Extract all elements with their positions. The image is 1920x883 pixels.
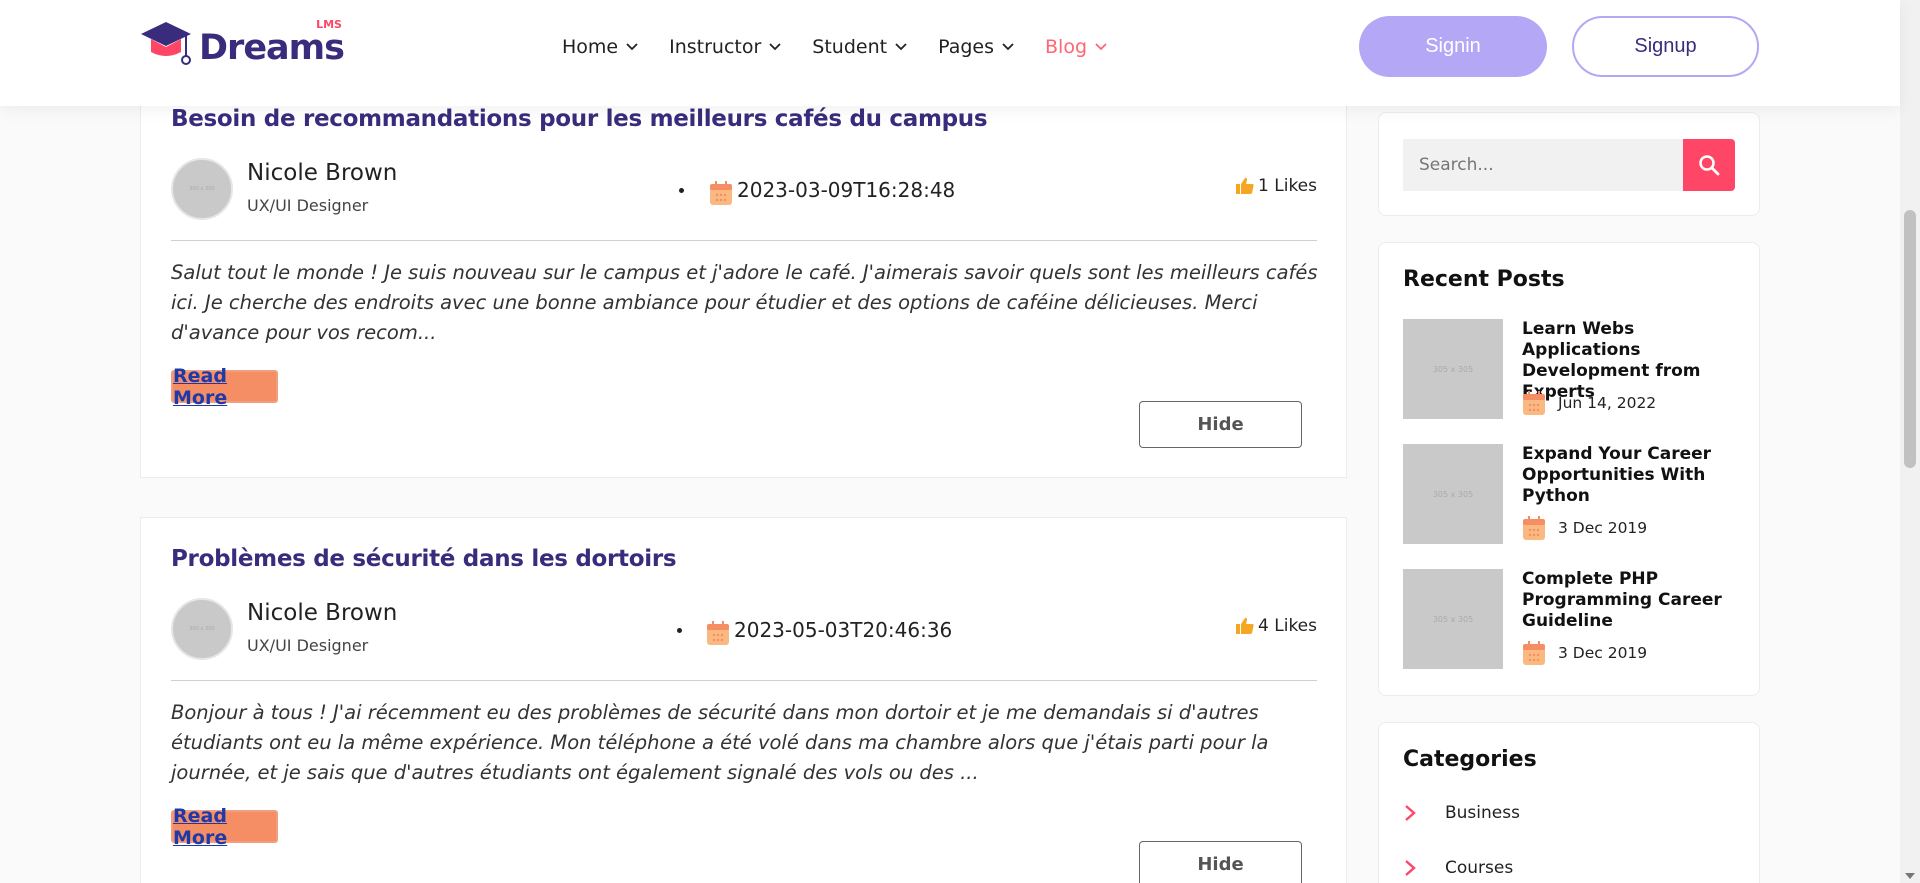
calendar-icon bbox=[710, 181, 732, 205]
thumbs-up-icon bbox=[1236, 617, 1254, 634]
nav-pages[interactable]: Pages bbox=[938, 36, 1015, 58]
scroll-down-arrow-icon[interactable] bbox=[1905, 873, 1915, 879]
likes-count: 4 Likes bbox=[1258, 616, 1317, 636]
widget-title: Recent Posts bbox=[1403, 267, 1565, 292]
post-meta: 300 x 300 Nicole Brown UX/UI Designer 20… bbox=[171, 598, 1317, 664]
post-excerpt: Bonjour à tous ! J'ai récemment eu des p… bbox=[171, 701, 1269, 784]
recent-posts-widget: Recent Posts 305 x 305 Learn Webs Applic… bbox=[1378, 242, 1760, 696]
avatar: 300 x 300 bbox=[171, 598, 233, 660]
hide-button[interactable]: Hide bbox=[1139, 401, 1302, 448]
divider bbox=[171, 240, 1317, 241]
divider bbox=[171, 680, 1317, 681]
category-label: Courses bbox=[1445, 858, 1514, 878]
categories-widget: Categories Business Courses bbox=[1378, 722, 1760, 883]
post-date: 2023-05-03T20:46:36 bbox=[734, 618, 953, 642]
chevron-down-icon bbox=[895, 43, 907, 51]
nav-label: Home bbox=[562, 36, 619, 58]
category-item[interactable]: Courses bbox=[1403, 858, 1513, 878]
author-name: Nicole Brown bbox=[247, 600, 398, 626]
post-thumbnail[interactable]: 305 x 305 bbox=[1403, 444, 1503, 544]
post-title[interactable]: Problèmes de sécurité dans les dortoirs bbox=[171, 546, 677, 572]
recent-post-title[interactable]: Complete PHP Programming Career Guidelin… bbox=[1522, 569, 1747, 632]
calendar-icon bbox=[707, 621, 729, 645]
page-scrollbar[interactable] bbox=[1900, 0, 1920, 883]
calendar-icon bbox=[1523, 641, 1545, 665]
post-thumbnail[interactable]: 305 x 305 bbox=[1403, 319, 1503, 419]
read-more-link[interactable]: Read More bbox=[171, 365, 278, 409]
graduation-cap-icon bbox=[141, 22, 191, 65]
likes-count: 1 Likes bbox=[1258, 176, 1317, 196]
main-nav: Home Instructor Student Pages Blog bbox=[562, 30, 1138, 64]
logo[interactable]: Dreams LMS bbox=[139, 19, 345, 70]
scrollbar-thumb[interactable] bbox=[1904, 210, 1916, 468]
recent-post-date: 3 Dec 2019 bbox=[1522, 515, 1647, 541]
author-role: UX/UI Designer bbox=[247, 196, 369, 215]
date-text: 3 Dec 2019 bbox=[1558, 644, 1648, 662]
chevron-down-icon bbox=[1095, 43, 1107, 51]
recent-post-item[interactable]: 305 x 305 Complete PHP Programming Caree… bbox=[1403, 569, 1743, 669]
calendar-icon bbox=[1523, 516, 1545, 540]
logo-superscript: LMS bbox=[316, 18, 342, 31]
recent-post-item[interactable]: 305 x 305 Expand Your Career Opportuniti… bbox=[1403, 444, 1743, 544]
recent-post-item[interactable]: 305 x 305 Learn Webs Applications Develo… bbox=[1403, 319, 1743, 419]
search-input[interactable] bbox=[1403, 139, 1683, 191]
bullet bbox=[679, 188, 684, 193]
likes[interactable]: 1 Likes bbox=[1235, 176, 1317, 196]
chevron-down-icon bbox=[769, 43, 781, 51]
nav-home[interactable]: Home bbox=[562, 36, 639, 58]
category-item[interactable]: Business bbox=[1403, 803, 1520, 823]
likes[interactable]: 4 Likes bbox=[1235, 616, 1317, 636]
read-more-link[interactable]: Read More bbox=[171, 805, 278, 849]
hide-button[interactable]: Hide bbox=[1139, 841, 1302, 883]
logo-text: Dreams LMS bbox=[199, 19, 345, 70]
site-header: Dreams LMS Home Instructor Student Pages… bbox=[0, 0, 1900, 106]
post-thumbnail[interactable]: 305 x 305 bbox=[1403, 569, 1503, 669]
bullet bbox=[677, 628, 682, 633]
category-label: Business bbox=[1445, 803, 1520, 823]
calendar-icon bbox=[1523, 391, 1545, 415]
post-date: 2023-03-09T16:28:48 bbox=[737, 178, 956, 202]
author-role: UX/UI Designer bbox=[247, 636, 369, 655]
search-icon bbox=[1699, 155, 1720, 176]
author-name: Nicole Brown bbox=[247, 160, 398, 186]
nav-student[interactable]: Student bbox=[812, 36, 908, 58]
post-excerpt: Salut tout le monde ! Je suis nouveau su… bbox=[171, 261, 1318, 344]
blog-post-card: Besoin de recommandations pour les meill… bbox=[140, 78, 1347, 478]
search-widget bbox=[1378, 112, 1760, 216]
chevron-down-icon bbox=[626, 43, 638, 51]
chevron-right-icon bbox=[1405, 860, 1416, 876]
nav-label: Student bbox=[812, 36, 888, 58]
avatar: 300 x 300 bbox=[171, 158, 233, 220]
blog-post-card: Problèmes de sécurité dans les dortoirs … bbox=[140, 517, 1347, 883]
date-text: 3 Dec 2019 bbox=[1558, 519, 1648, 537]
logo-wordmark: Dreams bbox=[199, 28, 345, 68]
nav-label: Instructor bbox=[669, 36, 762, 58]
signup-button[interactable]: Signup bbox=[1572, 16, 1759, 77]
search-button[interactable] bbox=[1683, 139, 1735, 191]
nav-instructor[interactable]: Instructor bbox=[669, 36, 782, 58]
widget-title: Categories bbox=[1403, 747, 1537, 772]
date-text: Jun 14, 2022 bbox=[1558, 394, 1657, 412]
nav-label: Blog bbox=[1045, 36, 1087, 58]
recent-post-date: Jun 14, 2022 bbox=[1522, 390, 1656, 416]
nav-blog[interactable]: Blog bbox=[1045, 36, 1108, 58]
thumbs-up-icon bbox=[1236, 177, 1254, 194]
nav-label: Pages bbox=[938, 36, 994, 58]
recent-post-date: 3 Dec 2019 bbox=[1522, 640, 1647, 666]
chevron-right-icon bbox=[1405, 805, 1416, 821]
post-meta: 300 x 300 Nicole Brown UX/UI Designer 20… bbox=[171, 158, 1317, 224]
signin-button[interactable]: Signin bbox=[1359, 16, 1547, 77]
post-title[interactable]: Besoin de recommandations pour les meill… bbox=[171, 106, 988, 132]
chevron-down-icon bbox=[1002, 43, 1014, 51]
recent-post-title[interactable]: Expand Your Career Opportunities With Py… bbox=[1522, 444, 1747, 507]
